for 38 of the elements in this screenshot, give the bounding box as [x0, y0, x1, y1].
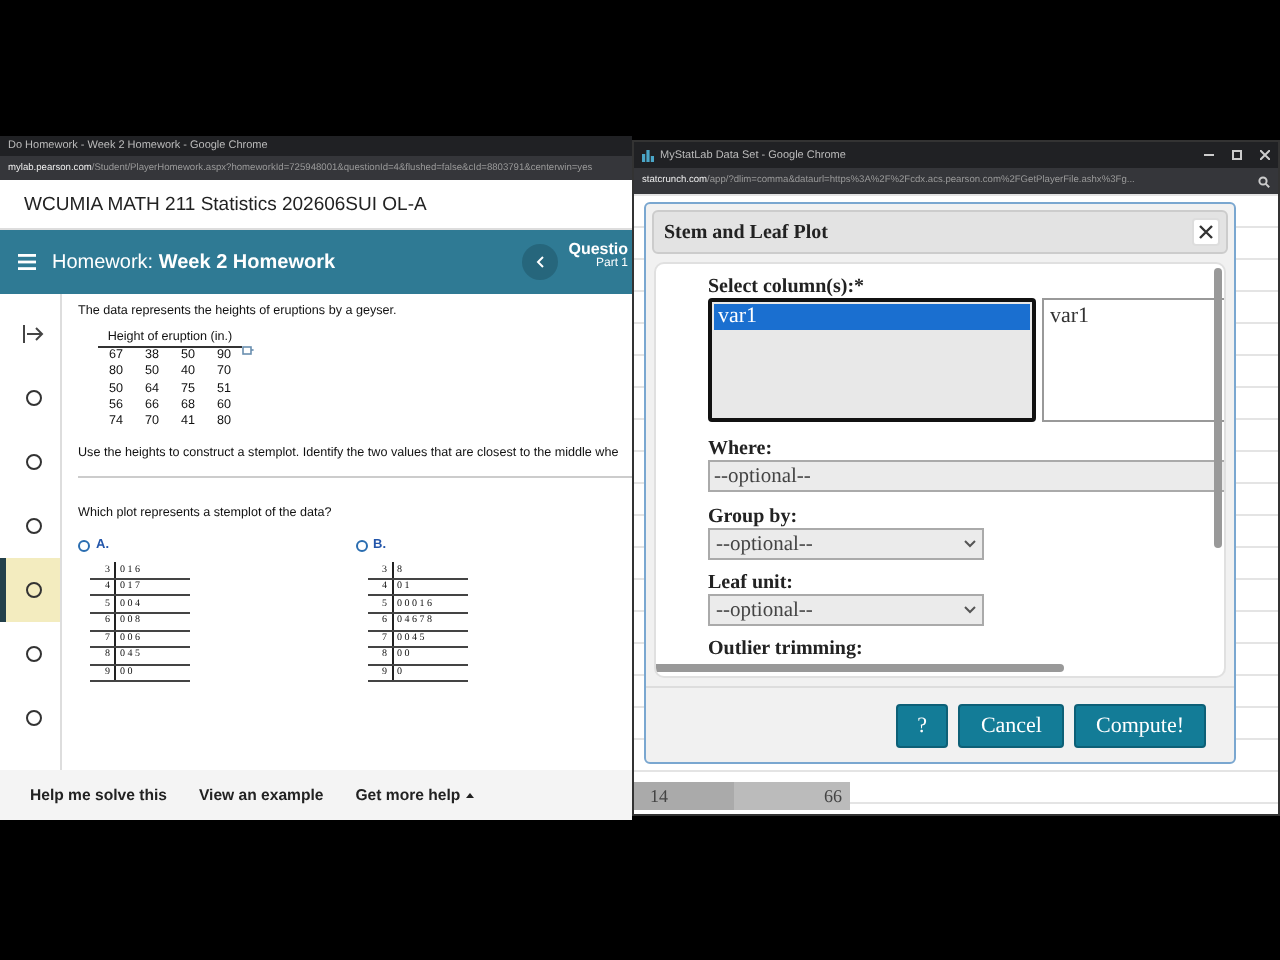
menu-icon[interactable]	[18, 254, 36, 270]
field-label: Leaf unit:	[708, 572, 793, 594]
field-label: Group by:	[708, 506, 798, 528]
minimize-icon[interactable]	[1204, 150, 1214, 160]
chevron-down-icon	[964, 606, 976, 614]
close-icon[interactable]	[1260, 150, 1270, 160]
scrollbar[interactable]	[656, 664, 1064, 672]
course-title: WCUMIA MATH 211 Statistics 202606SUI OL-A	[24, 193, 427, 215]
dialog-button[interactable]: ?	[895, 703, 949, 747]
dropdown[interactable]: --optional--	[708, 528, 984, 560]
list-item[interactable]: var1	[1050, 304, 1224, 328]
dialog-title: Stem and Leaf Plot	[664, 221, 828, 243]
caret-icon	[466, 792, 475, 798]
homework-title: Homework: Week 2 Homework	[52, 251, 336, 273]
close-button[interactable]	[1192, 218, 1220, 246]
sheet-cell: 66	[734, 782, 850, 810]
chevron-left-icon	[535, 256, 545, 268]
dialog-button[interactable]: Compute!	[1074, 703, 1206, 747]
chevron-down-icon	[964, 540, 976, 548]
dialog-button[interactable]: Cancel	[958, 703, 1064, 747]
search-icon[interactable]	[1258, 175, 1270, 187]
field-label: Outlier trimming:	[708, 638, 863, 660]
field-label: Select column(s):*	[708, 276, 865, 298]
maximize-icon[interactable]	[1232, 150, 1242, 160]
column-list[interactable]: var1	[708, 298, 1036, 422]
close-icon	[1198, 224, 1214, 240]
previous-button[interactable]	[522, 244, 558, 280]
question-label: Questio	[568, 240, 628, 258]
scrollbar[interactable]	[1214, 268, 1222, 548]
dropdown[interactable]: --optional--	[708, 594, 984, 626]
app-icon	[642, 149, 654, 161]
sheet-cell: 14	[634, 782, 734, 810]
copy-icon[interactable]	[242, 346, 254, 356]
list-item[interactable]: var1	[714, 304, 1030, 330]
where-field[interactable]: --optional--	[708, 460, 1224, 492]
expand-icon[interactable]	[22, 324, 44, 344]
question-nav-item[interactable]	[0, 558, 60, 622]
field-label: Where:	[708, 438, 773, 460]
